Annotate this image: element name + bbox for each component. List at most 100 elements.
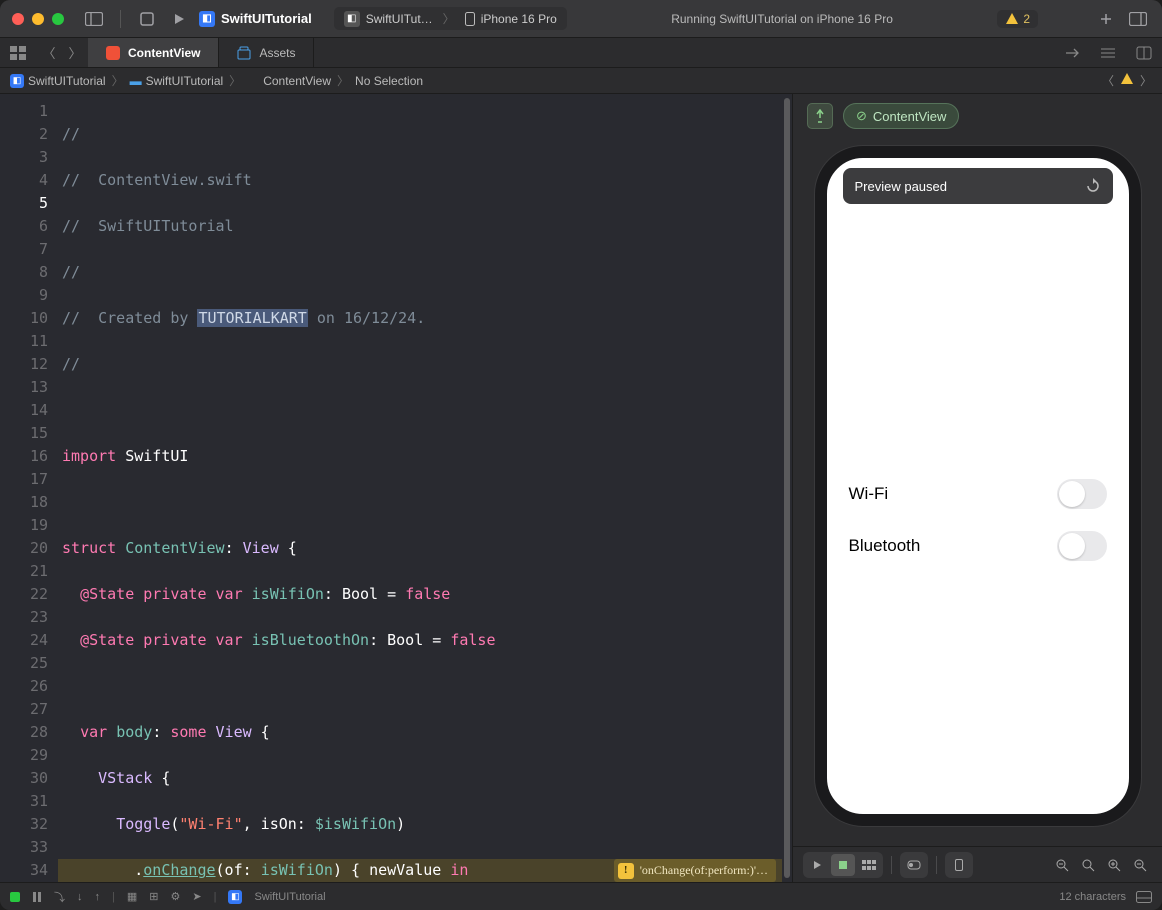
line-gutter: 1234567891011121314151617181920212223242… [0, 94, 58, 882]
stop-button[interactable] [135, 7, 159, 31]
pin-preview-button[interactable] [807, 103, 833, 129]
xcode-window: ◧ SwiftUITutorial ◧ SwiftUITut… 〉 iPhone… [0, 0, 1162, 910]
selection-info: 12 characters [1059, 891, 1126, 903]
add-tab-icon[interactable] [1094, 7, 1118, 31]
vertical-scrollbar[interactable] [782, 94, 792, 882]
tab-bar: 〈 〉 ContentView Assets [0, 38, 1162, 68]
bc-file[interactable]: ContentView [263, 74, 331, 88]
warning-count: 2 [1023, 12, 1030, 26]
scheme-selector[interactable]: ◧ SwiftUITut… 〉 iPhone 16 Pro [334, 7, 567, 30]
zoom-in-icon[interactable] [1102, 854, 1126, 876]
bluetooth-label: Bluetooth [849, 536, 921, 556]
scheme-app-icon: ◧ [344, 11, 360, 27]
project-name: SwiftUITutorial [221, 11, 312, 26]
wifi-toggle[interactable] [1057, 479, 1107, 509]
bc-group[interactable]: SwiftUITutorial [146, 74, 224, 88]
tab-label: ContentView [128, 46, 200, 60]
nav-back-icon[interactable]: 〈 [36, 38, 62, 67]
warning-text: 'onChange(of:perform:)'… [640, 859, 768, 882]
device-settings-icon[interactable] [902, 854, 926, 876]
preview-target-pill[interactable]: ⊘ ContentView [843, 103, 959, 129]
warning-icon[interactable] [1120, 72, 1134, 89]
related-items-icon[interactable] [0, 38, 36, 67]
breadcrumb: ◧ SwiftUITutorial 〉 ▬ SwiftUITutorial 〉 … [0, 68, 1162, 94]
swift-file-icon [106, 46, 120, 60]
folder-icon: ▬ [130, 74, 142, 88]
zoom-100-icon[interactable] [1076, 854, 1100, 876]
build-status: Running SwiftUITutorial on iPhone 16 Pro [575, 12, 990, 26]
debug-bar: ⤵ ↓ ↑ | ▦ ⊞ ⚙ ➤ | ◧ SwiftUITutorial 12 c… [0, 882, 1162, 910]
code-editor[interactable]: 1234567891011121314151617181920212223242… [0, 94, 792, 882]
editor-options-icon[interactable] [1090, 38, 1126, 67]
chevron-right-icon: 〉 [229, 72, 241, 89]
live-preview-icon[interactable] [805, 854, 829, 876]
run-button[interactable] [167, 7, 191, 31]
chevron-left-icon[interactable]: 〈 [1102, 72, 1114, 89]
editor-pane: 1234567891011121314151617181920212223242… [0, 94, 792, 882]
toggle-debug-area-icon[interactable] [1136, 891, 1152, 903]
tab-label: Assets [259, 46, 295, 60]
maximize-window-icon[interactable] [52, 13, 64, 25]
close-window-icon[interactable] [12, 13, 24, 25]
pause-icon[interactable] [32, 892, 42, 902]
running-indicator-icon [10, 892, 20, 902]
chevron-right-icon: 〉 [337, 72, 349, 89]
warnings-indicator[interactable]: 2 [997, 10, 1038, 28]
simulate-location-icon[interactable]: ➤ [192, 890, 201, 903]
preview-target-label: ContentView [873, 109, 946, 124]
app-icon: ◧ [228, 890, 242, 904]
tab-contentview[interactable]: ContentView [88, 38, 219, 67]
warning-icon: ! [618, 863, 634, 879]
bluetooth-toggle[interactable] [1057, 531, 1107, 561]
step-over-icon[interactable]: ⤵ [54, 889, 65, 905]
variants-icon[interactable] [857, 854, 881, 876]
phone-icon [465, 12, 475, 26]
bc-selection[interactable]: No Selection [355, 74, 423, 88]
chevron-right-icon[interactable]: 〉 [1140, 72, 1152, 89]
footer-project[interactable]: SwiftUITutorial [254, 891, 325, 903]
scheme-app-name: SwiftUITut… [366, 12, 433, 26]
bc-project[interactable]: SwiftUITutorial [28, 74, 106, 88]
zoom-out-icon[interactable] [1128, 854, 1152, 876]
preview-status-text: Preview paused [855, 179, 948, 194]
tab-nav: 〈 〉 [36, 38, 88, 67]
chevron-right-icon: 〉 [112, 72, 124, 89]
sidebar-toggle-icon[interactable] [82, 7, 106, 31]
preview-pane: ⊘ ContentView Preview paused [792, 94, 1162, 882]
scheme-device: iPhone 16 Pro [481, 12, 557, 26]
refresh-icon[interactable] [1085, 178, 1101, 194]
zoom-fit-icon[interactable] [1050, 854, 1074, 876]
inspector-toggle-icon[interactable] [1126, 7, 1150, 31]
bluetooth-toggle-row: Bluetooth [849, 520, 1107, 572]
selectable-preview-icon[interactable] [831, 854, 855, 876]
project-icon: ◧ [10, 74, 24, 88]
wifi-label: Wi-Fi [849, 484, 889, 504]
preview-device-icon[interactable] [947, 854, 971, 876]
preview-controls [793, 846, 1162, 882]
adjust-editor-icon[interactable] [1054, 38, 1090, 67]
device-preview: Preview paused Wi-Fi Bluetooth [815, 146, 1141, 826]
code-body[interactable]: // // ContentView.swift // SwiftUITutori… [58, 94, 782, 882]
minimize-window-icon[interactable] [32, 13, 44, 25]
memory-graph-icon[interactable]: ⊞ [149, 890, 158, 903]
traffic-lights [12, 13, 64, 25]
step-into-icon[interactable]: ↓ [77, 891, 83, 903]
checkmark-icon: ⊘ [856, 108, 867, 124]
step-out-icon[interactable]: ↑ [95, 891, 101, 903]
debug-view-icon[interactable]: ▦ [127, 890, 137, 903]
app-icon: ◧ [199, 11, 215, 27]
assets-icon [237, 46, 251, 60]
preview-header: ⊘ ContentView [793, 94, 1162, 138]
nav-forward-icon[interactable]: 〉 [62, 38, 88, 67]
chevron-right-icon: 〉 [443, 10, 455, 27]
device-content: Wi-Fi Bluetooth [827, 218, 1129, 814]
environment-icon[interactable]: ⚙ [170, 890, 180, 903]
project-title[interactable]: ◧ SwiftUITutorial [199, 11, 312, 27]
titlebar: ◧ SwiftUITutorial ◧ SwiftUITut… 〉 iPhone… [0, 0, 1162, 38]
warning-icon [1005, 12, 1019, 26]
tab-assets[interactable]: Assets [219, 38, 314, 67]
preview-paused-bar: Preview paused [843, 168, 1113, 204]
add-editor-icon[interactable] [1126, 38, 1162, 67]
wifi-toggle-row: Wi-Fi [849, 468, 1107, 520]
inline-warning[interactable]: ! 'onChange(of:perform:)'… [614, 859, 776, 882]
